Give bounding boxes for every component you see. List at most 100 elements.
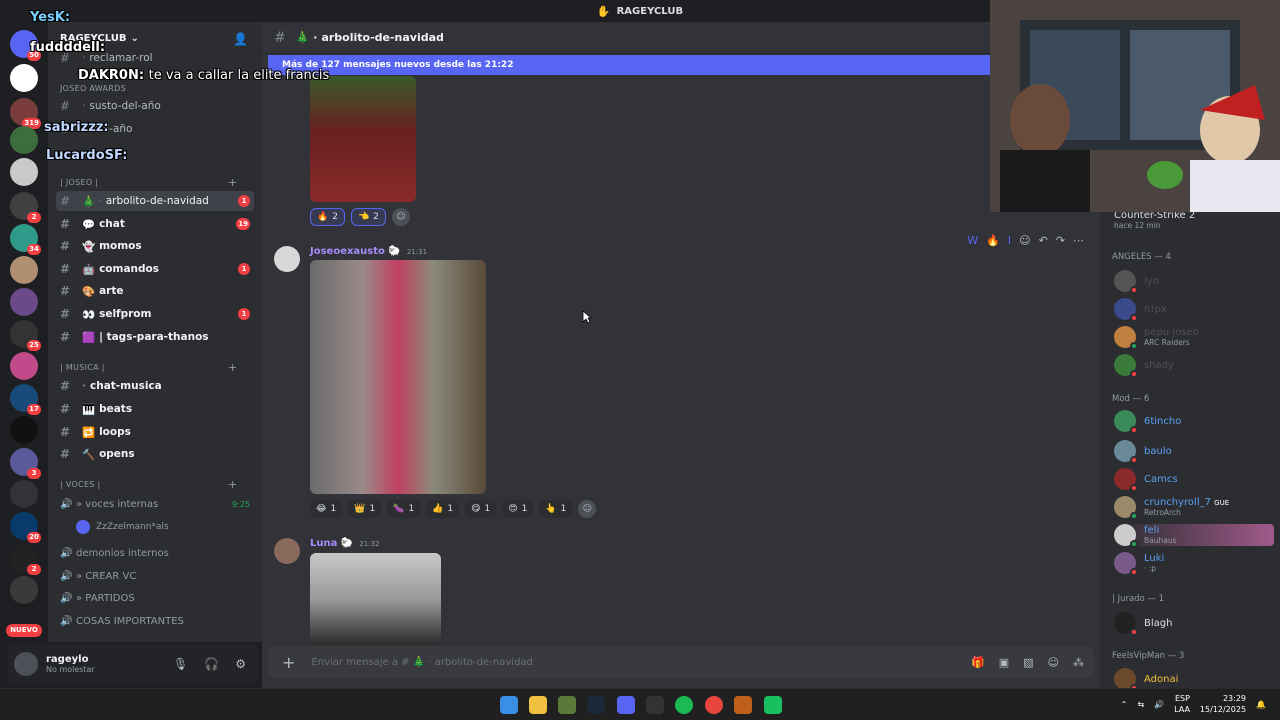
voice-user[interactable]: ZzZzelmann*als <box>76 519 169 535</box>
forward-icon[interactable]: ↷ <box>1056 234 1065 247</box>
member-item[interactable]: Blagh <box>1114 612 1172 636</box>
voice-channel-demonios-internos[interactable]: 🔊 demonios internos <box>56 543 254 563</box>
server-icon[interactable] <box>10 480 38 508</box>
volume-icon[interactable]: 🔊 <box>1154 700 1164 709</box>
new-messages-bar[interactable]: Más de 127 mensajes nuevos desde las 21:… <box>268 55 1098 75</box>
message-composer[interactable]: + Enviar mensaje a # 🎄 · arbolito-de-nav… <box>268 646 1094 678</box>
voice-channel-partidos[interactable]: 🔊» PARTIDOS <box>56 588 254 608</box>
channel-arte[interactable]: # 🎨 arte <box>56 281 254 301</box>
app-icon[interactable] <box>764 696 782 714</box>
reaction-button[interactable]: 😋 1 <box>465 500 497 518</box>
channel-arbolito-de-navidad[interactable]: # 🎄 · arbolito-de-navidad 1 <box>56 191 254 211</box>
channel-selfprom[interactable]: # 👀 selfprom 1 <box>56 304 254 324</box>
server-icon[interactable] <box>10 416 38 444</box>
discord-icon[interactable] <box>617 696 635 714</box>
spotify-icon[interactable] <box>675 696 693 714</box>
add-channel-icon[interactable]: + <box>228 478 238 491</box>
reaction-w-icon[interactable]: W <box>967 234 978 247</box>
add-reaction-icon[interactable]: ☺ <box>391 208 410 226</box>
headphones-icon[interactable]: 🎧 <box>204 657 219 671</box>
server-icon[interactable] <box>10 158 38 186</box>
message-image[interactable] <box>310 553 441 645</box>
gif-icon[interactable]: ▣ <box>999 656 1009 669</box>
upload-plus-icon[interactable]: + <box>282 653 295 672</box>
member-item[interactable]: pepu joseo ARC Raiders <box>1114 326 1199 350</box>
server-icon[interactable]: 3 <box>10 448 41 479</box>
add-channel-icon[interactable]: + <box>228 361 238 374</box>
file-explorer-icon[interactable] <box>529 696 547 714</box>
reply-icon[interactable]: ↶ <box>1039 234 1048 247</box>
apps-icon[interactable]: ⁂ <box>1073 656 1084 669</box>
channel-susto-del-ano[interactable]: # · susto-del-año <box>56 96 254 116</box>
server-icon[interactable]: 17 <box>10 384 41 415</box>
server-icon[interactable]: 25 <box>10 320 41 351</box>
server-icon[interactable] <box>10 576 38 604</box>
channel-momos[interactable]: # 👻 momos <box>56 236 254 256</box>
server-icon[interactable] <box>10 288 38 316</box>
reaction-i-icon[interactable]: I <box>1008 234 1011 247</box>
network-icon[interactable]: ⇆ <box>1137 700 1144 709</box>
message-image[interactable] <box>310 76 416 202</box>
server-icon[interactable]: 34 <box>10 224 41 255</box>
avatar[interactable] <box>274 538 300 564</box>
emoji-icon[interactable]: ☺ <box>1048 656 1059 669</box>
avatar[interactable] <box>14 652 38 676</box>
clock[interactable]: 23:29 15/12/2025 <box>1200 693 1246 715</box>
channel-loops[interactable]: # 🔁 loops <box>56 422 254 442</box>
member-item[interactable]: crunchyroll_7 GUE RetroArch <box>1114 496 1230 520</box>
sticker-icon[interactable]: ▧ <box>1023 656 1033 669</box>
obs-icon[interactable] <box>646 696 664 714</box>
message-image[interactable] <box>310 260 486 494</box>
more-icon[interactable]: ⋯ <box>1073 234 1084 247</box>
member-item[interactable]: feli Bauhaus <box>1114 524 1274 548</box>
member-item[interactable]: baulo <box>1114 440 1172 464</box>
message-author[interactable]: Luna 🐑 21:32 <box>310 538 379 549</box>
channel-tags-para-thanos[interactable]: # 🟪 | tags-para-thanos <box>56 327 254 347</box>
chrome-icon[interactable] <box>705 696 723 714</box>
language-indicator[interactable]: ESP LAA <box>1174 693 1190 715</box>
category-awards[interactable]: JOSEO AWARDS <box>60 84 126 93</box>
reaction-button[interactable]: 👈 2 <box>350 208 386 226</box>
server-icon[interactable]: 20 <box>10 512 41 543</box>
gift-icon[interactable]: 🎁 <box>971 656 985 669</box>
server-icon[interactable] <box>10 64 38 92</box>
voice-channel-voces-internas[interactable]: 🔊» voces internas 9:25 <box>56 494 254 514</box>
category-musica[interactable]: | MUSICA | + <box>60 361 237 374</box>
member-item[interactable]: Luki · :p <box>1114 552 1164 576</box>
channel-chat[interactable]: # 💬 chat 19 <box>56 214 254 234</box>
category-joseo[interactable]: | JOSEO | + <box>60 176 237 189</box>
add-reaction-icon[interactable]: ☺ <box>578 500 597 518</box>
app-icon[interactable] <box>558 696 576 714</box>
member-item[interactable]: Camcs <box>1114 468 1178 492</box>
member-item[interactable]: 6tincho <box>1114 410 1181 434</box>
reaction-button[interactable]: 👑 1 <box>348 500 382 518</box>
add-reaction-icon[interactable]: ☺ <box>1019 234 1030 247</box>
add-member-icon[interactable]: 👤 <box>233 32 248 46</box>
add-channel-icon[interactable]: + <box>228 176 238 189</box>
app-icon[interactable] <box>734 696 752 714</box>
gear-icon[interactable]: ⚙ <box>235 657 246 671</box>
channel-opens[interactable]: # 🔨 opens <box>56 444 254 464</box>
avatar[interactable] <box>274 246 300 272</box>
channel-beats[interactable]: # 🎹 beats <box>56 399 254 419</box>
server-icon[interactable] <box>10 126 38 154</box>
server-icon[interactable] <box>10 352 38 380</box>
server-icon[interactable]: 319 <box>10 98 41 129</box>
member-item[interactable]: n!px <box>1114 298 1167 322</box>
server-icon[interactable]: 2 <box>10 544 41 575</box>
fire-icon[interactable]: 🔥 <box>986 234 1000 247</box>
chevron-up-icon[interactable]: ⌃ <box>1121 700 1128 709</box>
reaction-button[interactable]: 🍆 1 <box>387 500 421 518</box>
voice-channel-cosas-importantes[interactable]: 🔊 COSAS IMPORTANTES <box>56 611 254 631</box>
member-item[interactable]: shady <box>1114 354 1174 378</box>
channel-comandos[interactable]: # 🤖 comandos 1 <box>56 259 254 279</box>
member-item[interactable]: lyn <box>1114 270 1159 294</box>
reaction-button[interactable]: 👍 1 <box>426 500 460 518</box>
microphone-icon[interactable]: 🎙 <box>173 657 188 671</box>
reaction-button[interactable]: 👆 1 <box>539 500 573 518</box>
member-item[interactable]: Adonai <box>1114 668 1178 688</box>
channel-chat-musica[interactable]: # · chat-musica <box>56 376 254 396</box>
steam-icon[interactable] <box>587 696 605 714</box>
voice-channel-crear-vc[interactable]: 🔊» CREAR VC <box>56 566 254 586</box>
server-icon[interactable]: 2 <box>10 192 41 223</box>
